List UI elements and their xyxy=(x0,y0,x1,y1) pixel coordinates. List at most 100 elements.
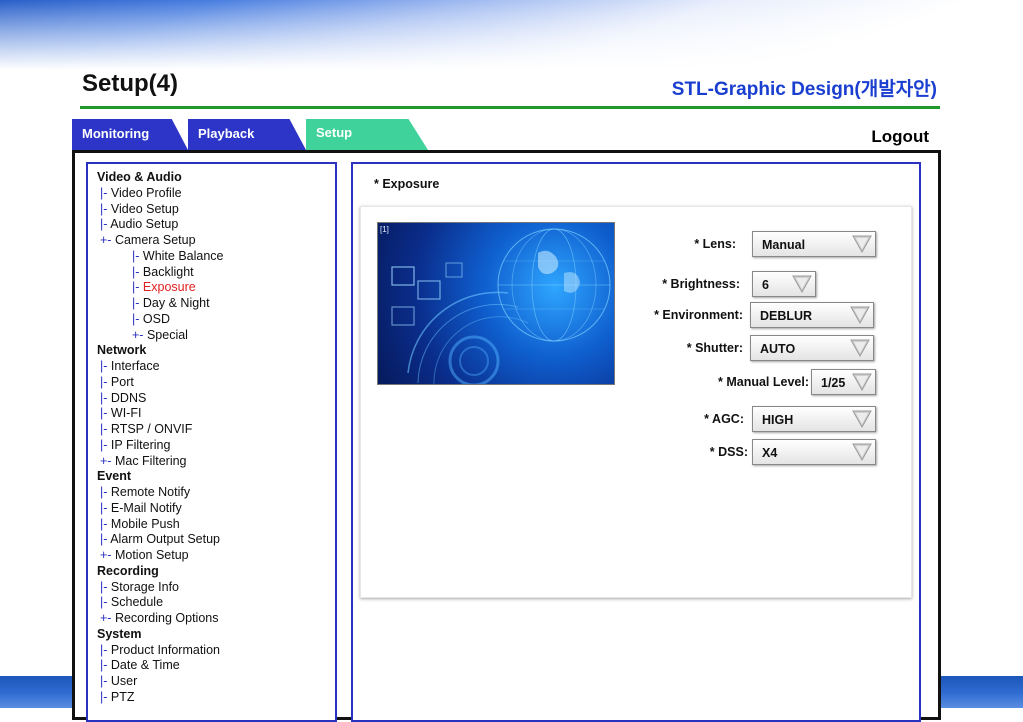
sidebar-item[interactable]: |- Backlight xyxy=(97,265,224,281)
sidebar-item[interactable]: |- Video Setup xyxy=(97,202,224,218)
sidebar-item[interactable]: |- RTSP / ONVIF xyxy=(97,422,224,438)
sidebar-item[interactable]: |- Product Information xyxy=(97,643,224,659)
sidebar-item-label: E-Mail Notify xyxy=(110,500,182,515)
sidebar-item-label: Camera Setup xyxy=(114,233,196,247)
sidebar-item-label: User xyxy=(110,674,138,688)
brightness-select[interactable]: 6 xyxy=(752,271,816,297)
tree-prefix: |- xyxy=(100,422,108,436)
sidebar-item[interactable]: |- White Balance xyxy=(97,249,224,265)
title-divider xyxy=(80,106,940,109)
environment-value: DEBLUR xyxy=(760,309,813,323)
sidebar-section[interactable]: Video & Audio xyxy=(97,170,224,186)
sidebar-item-label: Alarm Output Setup xyxy=(110,532,220,547)
chevron-down-icon xyxy=(852,410,872,428)
sidebar-item-label: Video Profile xyxy=(110,185,182,200)
sidebar-item[interactable]: |- E-Mail Notify xyxy=(97,501,224,517)
sidebar-item-label: DDNS xyxy=(110,390,147,405)
tree-prefix: |- xyxy=(100,406,108,421)
tree-prefix: |- xyxy=(100,579,108,594)
sidebar-item-label: PTZ xyxy=(110,689,135,704)
sidebar-item[interactable]: +- Mac Filtering xyxy=(97,454,224,470)
sidebar-item-label: Recording xyxy=(97,563,159,578)
tree-prefix: |- xyxy=(100,201,108,216)
tree-prefix: |- xyxy=(100,642,108,657)
sidebar-item[interactable]: |- Schedule xyxy=(97,595,224,611)
environment-select[interactable]: DEBLUR xyxy=(750,302,874,328)
sidebar-item[interactable]: |- Storage Info xyxy=(97,580,224,596)
lens-select[interactable]: Manual xyxy=(752,231,876,257)
tree-prefix: |- xyxy=(100,185,108,200)
chevron-down-icon xyxy=(850,339,870,357)
sidebar-item[interactable]: +- Motion Setup xyxy=(97,548,224,564)
manual-level-value: 1/25 xyxy=(821,376,846,390)
sidebar-item-label: Motion Setup xyxy=(114,548,189,562)
tree-prefix: |- xyxy=(132,311,140,326)
sidebar-item[interactable]: |- Mobile Push xyxy=(97,517,224,533)
sidebar-item[interactable]: |- Video Profile xyxy=(97,186,224,202)
sidebar-item[interactable]: |- IP Filtering xyxy=(97,438,224,454)
sidebar-item[interactable]: |- PTZ xyxy=(97,690,224,706)
manual-level-select[interactable]: 1/25 xyxy=(811,369,876,395)
brightness-value: 6 xyxy=(762,278,769,292)
tree-prefix: |- xyxy=(100,217,108,232)
tab-monitoring[interactable]: Monitoring xyxy=(72,119,188,150)
tree-prefix: |- xyxy=(132,280,140,295)
sidebar-item-label: IP Filtering xyxy=(110,437,171,452)
sidebar-item[interactable]: |- Audio Setup xyxy=(97,217,224,233)
dss-select[interactable]: X4 xyxy=(752,439,876,465)
sidebar-item[interactable]: |- Alarm Output Setup xyxy=(97,532,224,548)
sidebar-item[interactable]: |- WI-FI xyxy=(97,406,224,422)
sidebar-item-label: Date & Time xyxy=(110,658,180,673)
header-background-fade xyxy=(0,0,1023,70)
sidebar-menu: Video & Audio |- Video Profile |- Video Se… xyxy=(86,162,337,722)
tree-prefix: |- xyxy=(100,359,108,373)
chevron-down-icon xyxy=(852,235,872,253)
design-title: STL-Graphic Design(개발자안) xyxy=(671,79,937,100)
sidebar-item[interactable]: |- DDNS xyxy=(97,391,224,407)
sidebar-item-label: White Balance xyxy=(142,248,224,263)
sidebar-item[interactable]: |- Interface xyxy=(97,359,224,375)
sidebar-item-label: Port xyxy=(110,374,134,389)
tree-prefix: +- xyxy=(100,453,112,468)
sidebar-item[interactable]: |- User xyxy=(97,674,224,690)
agc-label: * AGC: xyxy=(704,412,744,426)
sidebar-item-label: Recording Options xyxy=(114,611,219,625)
sidebar-section[interactable]: Recording xyxy=(97,564,224,580)
sidebar-section[interactable]: Network xyxy=(97,343,224,359)
chevron-down-icon xyxy=(852,373,872,391)
sidebar-item[interactable]: |- Day & Night xyxy=(97,296,224,312)
agc-select[interactable]: HIGH xyxy=(752,406,876,432)
shutter-value: AUTO xyxy=(760,342,796,356)
agc-value: HIGH xyxy=(762,413,794,427)
tab-setup[interactable]: Setup xyxy=(306,119,428,150)
sidebar-item-label: Event xyxy=(97,469,132,484)
sidebar-item[interactable]: |- Port xyxy=(97,375,224,391)
tree-prefix: |- xyxy=(100,485,108,499)
sidebar-item[interactable]: +- Special xyxy=(97,328,224,344)
sidebar-item[interactable]: |- OSD xyxy=(97,312,224,328)
sidebar-item[interactable]: |- Remote Notify xyxy=(97,485,224,501)
dss-value: X4 xyxy=(762,446,778,460)
sidebar-item[interactable]: |- Exposure xyxy=(97,280,224,296)
sidebar-item-label: System xyxy=(97,626,142,641)
chevron-down-icon xyxy=(852,443,872,461)
tree-prefix: |- xyxy=(100,674,108,688)
sidebar-item-label: Storage Info xyxy=(110,579,180,594)
sidebar-item[interactable]: |- Date & Time xyxy=(97,658,224,674)
tree-prefix: |- xyxy=(132,248,140,263)
sidebar-item-label: OSD xyxy=(142,311,170,326)
brightness-label: * Brightness: xyxy=(662,277,740,291)
sidebar-item-label: Product Information xyxy=(110,642,220,657)
sidebar-item-label: Network xyxy=(97,343,147,358)
tab-playback[interactable]: Playback xyxy=(188,119,306,150)
sidebar-item-label: WI-FI xyxy=(110,406,142,421)
shutter-select[interactable]: AUTO xyxy=(750,335,874,361)
sidebar-item[interactable]: +- Recording Options xyxy=(97,611,224,627)
sidebar-list: Video & Audio |- Video Profile |- Video Se… xyxy=(97,170,224,706)
sidebar-section[interactable]: Event xyxy=(97,469,224,485)
sidebar-item[interactable]: +- Camera Setup xyxy=(97,233,224,249)
tree-prefix: +- xyxy=(100,548,112,562)
logout-link[interactable]: Logout xyxy=(871,127,929,147)
sidebar-item-label: Backlight xyxy=(142,264,194,279)
sidebar-section[interactable]: System xyxy=(97,627,224,643)
